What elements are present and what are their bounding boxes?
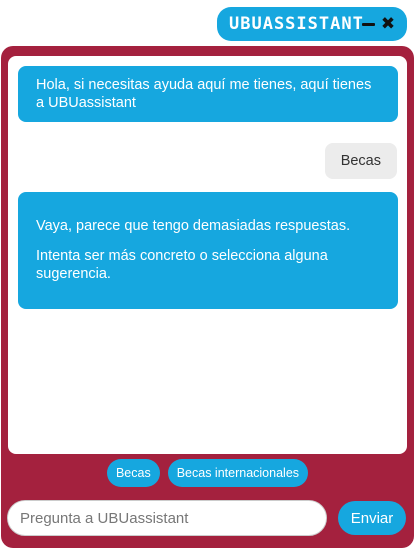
chat-panel: Hola, si necesitas ayuda aquí me tienes,… <box>1 46 414 548</box>
send-button[interactable]: Enviar <box>338 501 406 535</box>
message-input[interactable] <box>7 500 327 536</box>
suggestion-chip-becas[interactable]: Becas <box>106 459 160 487</box>
bot-message: Hola, si necesitas ayuda aquí me tienes,… <box>18 66 398 122</box>
minimize-icon[interactable] <box>361 17 375 31</box>
suggestion-chip-becas-internacionales[interactable]: Becas internacionales <box>167 459 309 487</box>
user-message: Becas <box>324 143 397 179</box>
chat-messages[interactable]: Hola, si necesitas ayuda aquí me tienes,… <box>8 56 407 454</box>
chat-title: UBUassistant <box>229 14 364 34</box>
close-icon[interactable]: ✖ <box>381 16 395 33</box>
user-message-text: Becas <box>340 153 381 169</box>
bot-message: Vaya, parece que tengo demasiadas respue… <box>18 192 398 309</box>
bot-message-text: Hola, si necesitas ayuda aquí me tienes,… <box>36 77 372 111</box>
suggestion-chips: Becas Becas internacionales <box>1 459 414 489</box>
bot-message-text: Intenta ser más concreto o selecciona al… <box>36 248 328 282</box>
chat-header: UBUassistant ✖ <box>217 7 407 41</box>
header-controls: ✖ <box>361 7 395 41</box>
bot-message-text: Vaya, parece que tengo demasiadas respue… <box>36 218 351 234</box>
